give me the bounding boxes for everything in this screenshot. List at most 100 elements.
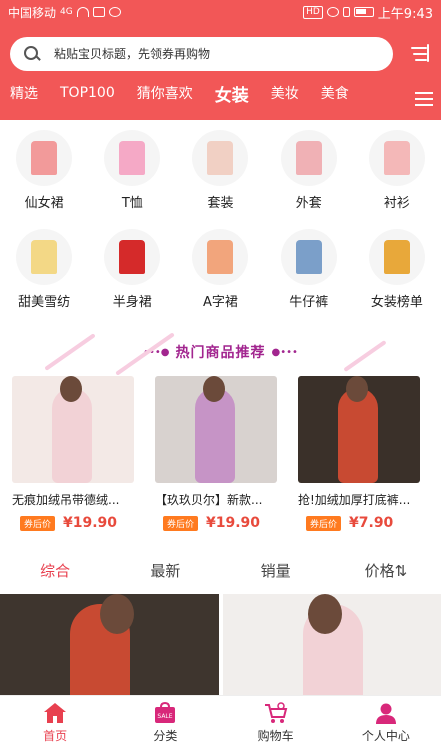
message-list-icon[interactable]: [407, 44, 431, 64]
category-item[interactable]: 半身裙: [88, 229, 176, 328]
category-item[interactable]: 套装: [176, 130, 264, 229]
tab-guess-you-like[interactable]: 猜你喜欢: [137, 83, 193, 103]
battery-icon: [353, 7, 374, 17]
wifi-icon: [76, 7, 89, 17]
nav-home-label: 首页: [43, 728, 68, 743]
sort-bar: 综合 最新 销量 价格⇅: [0, 546, 441, 594]
garment-icon: [207, 141, 234, 175]
sort-sales[interactable]: 销量: [221, 560, 331, 581]
category-image: [104, 130, 161, 186]
hot-goods-list: 无痕加绒吊带德绒... 券后价 ¥19.90 【玖玖贝尔】新款... 券后价 ¥19.90…: [0, 376, 441, 531]
category-image: [368, 130, 425, 186]
bottom-nav: 首页 SALE 分类 购物车 个人中心: [0, 695, 441, 749]
category-label: A字裙: [203, 295, 238, 310]
garment-icon: [295, 240, 322, 274]
garment-icon: [119, 141, 146, 175]
category-item[interactable]: T恤: [88, 130, 176, 229]
category-label: 半身裙: [112, 295, 152, 310]
category-item[interactable]: 牛仔裤: [265, 229, 353, 328]
menu-icon[interactable]: [415, 92, 433, 106]
category-item[interactable]: 女装榜单: [353, 229, 441, 328]
alarm-icon: [326, 7, 339, 17]
nav-home[interactable]: 首页: [0, 696, 110, 749]
category-label: 衬衫: [383, 196, 410, 211]
category-image: [104, 229, 161, 285]
hot-banner: •••● 热门商品推荐 ●•••: [0, 328, 441, 376]
category-image: [280, 229, 337, 285]
search-icon: [24, 46, 40, 62]
product-price: ¥7.90: [349, 515, 394, 531]
garment-icon: [207, 240, 234, 274]
search-input[interactable]: [54, 47, 354, 61]
home-icon: [44, 702, 67, 723]
sort-newest[interactable]: 最新: [110, 560, 220, 581]
model-figure: [338, 388, 378, 483]
clock-label: 上午9:43: [377, 6, 433, 22]
category-label: T恤: [121, 196, 143, 211]
sort-price[interactable]: 价格⇅: [331, 560, 441, 581]
product-price: ¥19.90: [206, 515, 261, 531]
coupon-badge: 券后价: [306, 515, 342, 531]
category-item[interactable]: A字裙: [176, 229, 264, 328]
category-item[interactable]: 外套: [265, 130, 353, 229]
hot-good-card[interactable]: 抢!加绒加厚打底裤... 券后价 ¥7.90: [298, 376, 441, 531]
category-image: [16, 130, 73, 186]
coupon-badge: 券后价: [163, 515, 199, 531]
tab-featured[interactable]: 精选: [10, 83, 38, 103]
category-tabs: 精选 TOP100 猜你喜欢 女装 美妆 美食: [0, 71, 441, 115]
model-head: [100, 594, 134, 634]
model-figure: [195, 388, 235, 483]
app-screen: 中国移动 4G HD 上午9:43 粘贴宝贝标题，先领券再购物 精选 TOP10…: [0, 0, 441, 749]
category-item[interactable]: 仙女裙: [0, 130, 88, 229]
nav-category-label: 分类: [153, 728, 178, 743]
person-icon: [375, 703, 396, 724]
sort-comprehensive[interactable]: 综合: [0, 560, 110, 581]
product-title: 【玖玖贝尔】新款...: [155, 493, 263, 507]
nav-category[interactable]: SALE 分类: [110, 696, 220, 749]
header: 精选 TOP100 猜你喜欢 女装 美妆 美食: [0, 24, 441, 120]
garment-icon: [383, 240, 410, 274]
garment-icon: [295, 141, 322, 175]
garment-icon: [31, 141, 58, 175]
category-image: [368, 229, 425, 285]
tab-beauty[interactable]: 美妆: [271, 83, 299, 103]
category-label: 外套: [295, 196, 322, 211]
hot-title: 热门商品推荐: [175, 345, 266, 361]
product-title: 抢!加绒加厚打底裤...: [298, 493, 411, 507]
message-app-icon: [108, 7, 121, 17]
garment-icon: [119, 240, 146, 274]
category-grid: 仙女裙 T恤 套装 外套 衬衫甜美雪纺 半身裙 A字裙 牛仔裤 女装榜单: [0, 120, 441, 328]
category-label: 牛仔裤: [289, 295, 329, 310]
svg-text:SALE: SALE: [158, 713, 173, 720]
category-label: 套装: [207, 196, 234, 211]
hd-badge: HD: [303, 5, 323, 19]
search-bar[interactable]: [10, 37, 393, 71]
hot-good-card[interactable]: 【玖玖贝尔】新款... 券后价 ¥19.90: [155, 376, 298, 531]
product-image: [298, 376, 420, 483]
tab-top100[interactable]: TOP100: [60, 85, 115, 101]
product-image: [155, 376, 277, 483]
signal-label: 4G: [60, 7, 73, 17]
category-image: [192, 130, 249, 186]
category-item[interactable]: 甜美雪纺: [0, 229, 88, 328]
bluetooth-icon: [342, 7, 350, 17]
product-title: 无痕加绒吊带德绒...: [12, 493, 120, 507]
tab-womens-wear[interactable]: 女装: [215, 81, 249, 106]
category-item[interactable]: 衬衫: [353, 130, 441, 229]
decor-stripe: [44, 333, 96, 371]
sale-bag-icon: SALE: [155, 701, 176, 723]
product-price: ¥19.90: [63, 515, 118, 531]
tab-food[interactable]: 美食: [321, 83, 349, 103]
model-head: [346, 376, 368, 402]
notification-icon: [92, 7, 105, 17]
product-image: [12, 376, 134, 483]
category-image: [280, 130, 337, 186]
category-label: 女装榜单: [370, 295, 423, 310]
nav-profile[interactable]: 个人中心: [331, 696, 441, 749]
nav-profile-label: 个人中心: [361, 728, 410, 743]
category-image: [192, 229, 249, 285]
nav-cart[interactable]: 购物车: [221, 696, 331, 749]
hot-good-card[interactable]: 无痕加绒吊带德绒... 券后价 ¥19.90: [12, 376, 155, 531]
garment-icon: [383, 141, 410, 175]
coupon-badge: 券后价: [20, 515, 56, 531]
